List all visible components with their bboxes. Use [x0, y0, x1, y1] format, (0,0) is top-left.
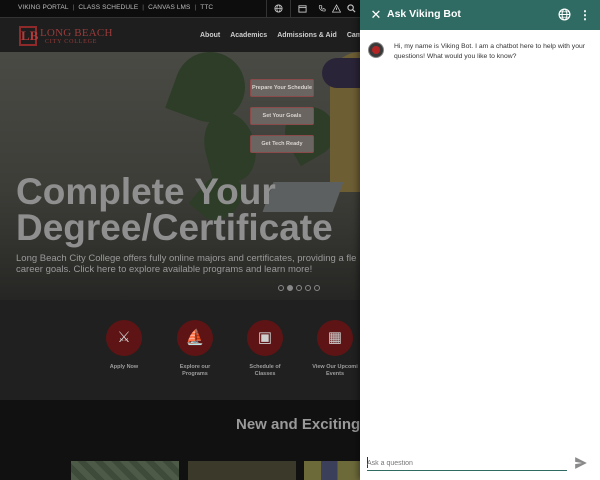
carousel-dot[interactable] [305, 285, 311, 291]
send-icon[interactable] [574, 456, 588, 470]
calendar-icon[interactable] [290, 0, 314, 18]
utility-icons [266, 0, 359, 18]
alert-icon[interactable] [329, 0, 344, 18]
student-hair [322, 58, 362, 88]
canvas-lms-link[interactable]: CANVAS LMS [148, 4, 190, 11]
news-thumbnail[interactable] [188, 461, 296, 480]
calendar-icon: ▦ [317, 320, 353, 356]
main-nav: About Academics Admissions & Aid Cam [200, 32, 372, 39]
ttc-link[interactable]: TTC [200, 4, 213, 11]
phone-icon[interactable] [314, 0, 329, 18]
carousel-dot[interactable] [278, 285, 284, 291]
quick-link-label: Explore our Programs [179, 364, 211, 377]
hero-subtitle[interactable]: Long Beach City College offers fully onl… [16, 253, 376, 275]
more-options-icon[interactable]: ⋮ [579, 7, 591, 23]
nav-about[interactable]: About [200, 32, 220, 39]
class-schedule-link[interactable]: CLASS SCHEDULE [78, 4, 138, 11]
bot-avatar [368, 42, 384, 58]
chat-input[interactable] [367, 457, 565, 469]
viking-portal-link[interactable]: VIKING PORTAL [18, 4, 69, 11]
news-section-title: New and Exciting [236, 416, 361, 433]
search-icon[interactable] [344, 0, 359, 18]
carousel-dot-active[interactable] [287, 285, 293, 291]
carousel-dots [278, 285, 323, 291]
viking-helmet-icon: ⚔ [106, 320, 142, 356]
nav-admissions[interactable]: Admissions & Aid [277, 32, 337, 39]
ship-icon: ⛵ [177, 320, 213, 356]
hero-card-goals: Set Your Goals [250, 107, 314, 125]
chatbot-panel: ✕ Ask Viking Bot ⋮ Hi, my name is Viking… [360, 0, 600, 480]
hero-title-line2: Degree/Certificate [16, 207, 333, 248]
hero-card-prepare: Prepare Your Schedule [250, 79, 314, 97]
globe-icon[interactable] [558, 8, 571, 21]
college-logo-mark[interactable]: LB [19, 26, 38, 46]
quick-link-label: View Our Upcomi Events [312, 364, 358, 377]
chatbot-title: Ask Viking Bot [387, 8, 461, 20]
quick-link-label: Schedule of Classes [249, 364, 281, 377]
close-icon[interactable]: ✕ [369, 7, 383, 23]
chatbot-header: ✕ Ask Viking Bot ⋮ [360, 0, 600, 30]
quick-link-programs[interactable]: ⛵ Explore our Programs [160, 320, 230, 377]
globe-icon[interactable] [266, 0, 290, 18]
news-thumbnail[interactable] [304, 461, 360, 480]
utility-links: VIKING PORTAL | CLASS SCHEDULE | CANVAS LMS |… [18, 4, 214, 11]
news-thumbnail[interactable] [71, 461, 179, 480]
quick-link-schedule[interactable]: ▣ Schedule of Classes [230, 320, 300, 377]
carousel-dot[interactable] [296, 285, 302, 291]
carousel-dot[interactable] [314, 285, 320, 291]
laptop-icon: ▣ [247, 320, 283, 356]
hero-card-tech: Get Tech Ready [250, 135, 314, 153]
chat-input-container [367, 455, 567, 471]
hero-title: Complete Your Degree/Certificate [16, 171, 333, 248]
bot-message: Hi, my name is Viking Bot. I am a chatbo… [394, 43, 586, 60]
college-logo-name[interactable]: LONG BEACH [40, 27, 113, 39]
nav-academics[interactable]: Academics [230, 32, 267, 39]
quick-link-label: Apply Now [109, 364, 139, 370]
college-logo-subname: CITY COLLEGE [45, 39, 98, 45]
hero-title-line1: Complete Your [16, 171, 276, 212]
quick-link-apply[interactable]: ⚔ Apply Now [89, 320, 159, 371]
